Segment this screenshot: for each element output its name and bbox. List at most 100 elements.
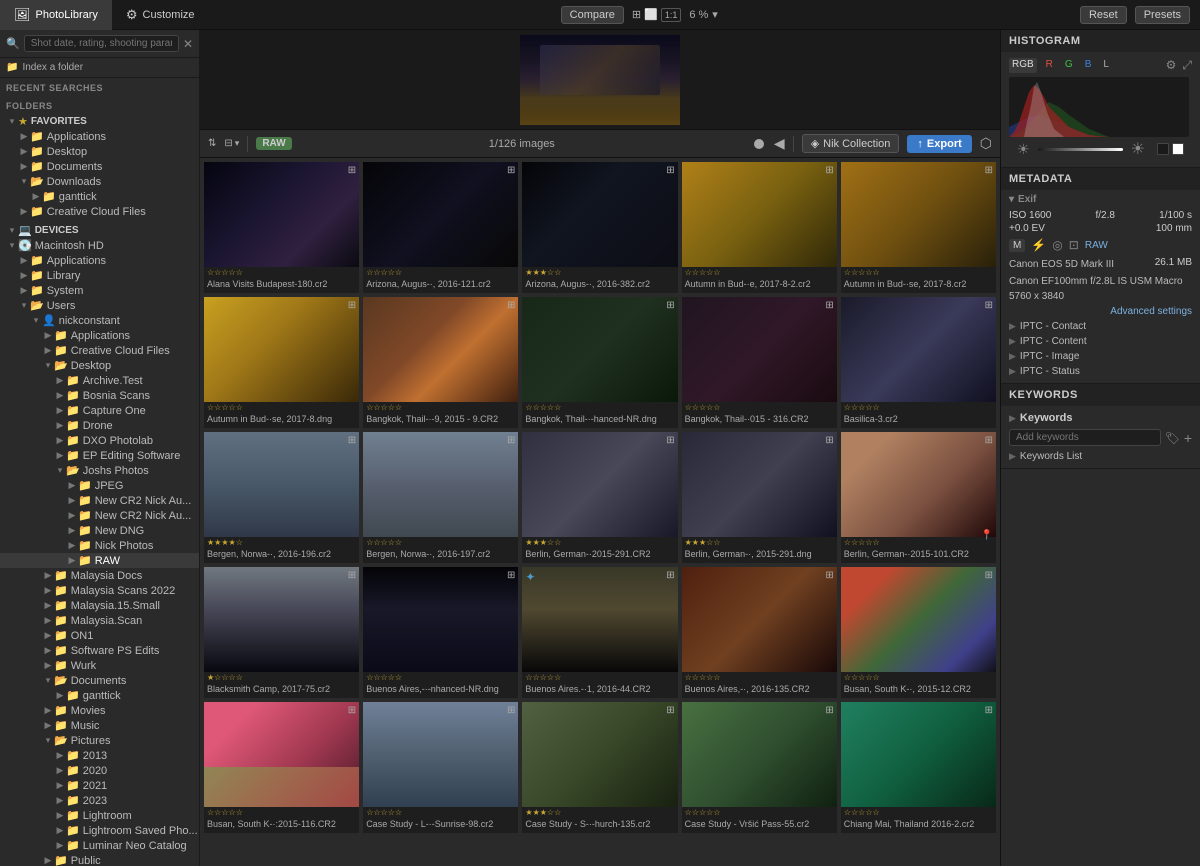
dev-2013-arrow[interactable]: ▶: [54, 750, 66, 761]
dev-archive-test[interactable]: ▶ 📁 Archive.Test: [0, 373, 199, 388]
tab-photo-library[interactable]: 🖼 PhotoLibrary: [0, 0, 112, 30]
dev-nick-apps[interactable]: ▶ 📁 Applications: [0, 328, 199, 343]
dev-2013[interactable]: ▶ 📁 2013: [0, 748, 199, 763]
dev-system-arrow[interactable]: ▶: [18, 285, 30, 296]
fav-ganttick[interactable]: ▶ 📁 ganttick: [0, 189, 199, 204]
fav-applications[interactable]: ▶ 📁 Applications: [0, 129, 199, 144]
dev-cr2-1[interactable]: ▶ 📁 New CR2 Nick Au...: [0, 493, 199, 508]
search-clear-icon[interactable]: ✕: [183, 37, 193, 51]
dev-music-arrow[interactable]: ▶: [42, 720, 54, 731]
dev-joshs-photos[interactable]: ▾ 📂 Joshs Photos: [0, 463, 199, 478]
photo-cell-13[interactable]: ⊞ ★★★☆☆ Berlin, German-·, 2015-291.dng: [682, 432, 837, 563]
photo-cell-10[interactable]: ⊞ ★★★★☆ Bergen, Norwa-·, 2016-196.cr2: [204, 432, 359, 563]
photo-cell-2[interactable]: ⊞ ★★★☆☆ Arizona, Augus-·, 2016-382.cr2: [522, 162, 677, 293]
dev-new-dng-arrow[interactable]: ▶: [66, 525, 78, 536]
keyword-input[interactable]: [1009, 429, 1161, 446]
iptc-status-row[interactable]: ▶ IPTC - Status: [1009, 364, 1192, 379]
dev-nick-photos[interactable]: ▶ 📁 Nick Photos: [0, 538, 199, 553]
dev-dxo[interactable]: ▶ 📁 DXO Photolab: [0, 433, 199, 448]
presets-button[interactable]: Presets: [1135, 6, 1190, 24]
dev-doc-ganttick[interactable]: ▶ 📁 ganttick: [0, 688, 199, 703]
dev-documents[interactable]: ▾ 📂 Documents: [0, 673, 199, 688]
iptc-image-row[interactable]: ▶ IPTC - Image: [1009, 349, 1192, 364]
advanced-settings-link[interactable]: Advanced settings: [1009, 304, 1192, 319]
tab-customize[interactable]: ⚙ Customize: [112, 0, 209, 30]
grid-view-icon[interactable]: ⊞: [632, 8, 641, 21]
dev-jpeg[interactable]: ▶ 📁 JPEG: [0, 478, 199, 493]
photo-cell-17[interactable]: ✦ ⊞ ☆☆☆☆☆ Buenos Aires.-·1, 2016-44.CR2: [522, 567, 677, 698]
dev-capture-one[interactable]: ▶ 📁 Capture One: [0, 403, 199, 418]
index-label[interactable]: Index a folder: [22, 62, 83, 73]
zoom-1-1-icon[interactable]: 1:1: [661, 8, 682, 22]
photo-cell-0[interactable]: ⊞ ☆☆☆☆☆ Alana Visits Budapest-180.cr2: [204, 162, 359, 293]
dev-2021-arrow[interactable]: ▶: [54, 780, 66, 791]
dev-raw[interactable]: ▶ 📁 RAW: [0, 553, 199, 568]
dev-drone-arrow[interactable]: ▶: [54, 420, 66, 431]
iptc-content-row[interactable]: ▶ IPTC - Content: [1009, 334, 1192, 349]
favorites-chevron[interactable]: ▾: [6, 116, 18, 127]
dev-users-arrow[interactable]: ▾: [18, 300, 30, 311]
dev-2020[interactable]: ▶ 📁 2020: [0, 763, 199, 778]
fav-desktop[interactable]: ▶ 📁 Desktop: [0, 144, 199, 159]
compare-button[interactable]: Compare: [561, 6, 624, 24]
photo-cell-15[interactable]: ⊞ ★☆☆☆☆ Blacksmith Camp, 2017-75.cr2: [204, 567, 359, 698]
devices-group[interactable]: ▾ 💻 DEVICES: [0, 223, 199, 238]
dev-pictures[interactable]: ▾ 📂 Pictures: [0, 733, 199, 748]
photo-cell-20[interactable]: ⊞ ☆☆☆☆☆ Busan, South K-·:2015-116.CR2: [204, 702, 359, 833]
hist-tab-r[interactable]: R: [1043, 58, 1056, 73]
dev-malaysia-scan-arrow[interactable]: ▶: [42, 615, 54, 626]
dev-lr-saved-arrow[interactable]: ▶: [54, 825, 66, 836]
dev-malaysia-small-arrow[interactable]: ▶: [42, 600, 54, 611]
photo-cell-8[interactable]: ⊞ ☆☆☆☆☆ Bangkok, Thail-·015 - 316.CR2: [682, 297, 837, 428]
sort-btn[interactable]: ⇅: [208, 138, 216, 149]
dev-library[interactable]: ▶ 📁 Library: [0, 268, 199, 283]
dev-lightroom[interactable]: ▶ 📁 Lightroom: [0, 808, 199, 823]
dev-music[interactable]: ▶ 📁 Music: [0, 718, 199, 733]
fav-cc-files[interactable]: ▶ 📁 Creative Cloud Files: [0, 204, 199, 219]
dev-joshs-photos-arrow[interactable]: ▾: [54, 465, 66, 476]
single-view-icon[interactable]: ⬜: [644, 8, 658, 21]
dev-nick-desktop-arrow[interactable]: ▾: [42, 360, 54, 371]
dev-new-dng[interactable]: ▶ 📁 New DNG: [0, 523, 199, 538]
dev-cr2-1-arrow[interactable]: ▶: [66, 495, 78, 506]
photo-cell-4[interactable]: ⊞ ☆☆☆☆☆ Autumn in Bud-·se, 2017-8.cr2: [841, 162, 996, 293]
photo-cell-18[interactable]: ⊞ ☆☆☆☆☆ Buenos Aires,-·, 2016-135.CR2: [682, 567, 837, 698]
photo-cell-19[interactable]: ⊞ ☆☆☆☆☆ Busan, South K-·, 2015-12.CR2: [841, 567, 996, 698]
zoom-dropdown-icon[interactable]: ▾: [712, 8, 718, 21]
photo-cell-11[interactable]: ⊞ ☆☆☆☆☆ Bergen, Norwa-·, 2016-197.cr2: [363, 432, 518, 563]
dev-system[interactable]: ▶ 📁 System: [0, 283, 199, 298]
dev-2020-arrow[interactable]: ▶: [54, 765, 66, 776]
dev-lr-saved[interactable]: ▶ 📁 Lightroom Saved Pho...: [0, 823, 199, 838]
photo-cell-14[interactable]: ⊞ 📍 ☆☆☆☆☆ Berlin, German-·2015-101.CR2: [841, 432, 996, 563]
dev-software-ps-arrow[interactable]: ▶: [42, 645, 54, 656]
photo-cell-22[interactable]: ⊞ ★★★☆☆ Case Study - S-·-hurch-135.cr2: [522, 702, 677, 833]
keywords-row[interactable]: ▶ Keywords: [1009, 410, 1192, 426]
dev-cr2-2[interactable]: ▶ 📁 New CR2 Nick Au...: [0, 508, 199, 523]
photo-cell-7[interactable]: ⊞ ☆☆☆☆☆ Bangkok, Thail-·-hanced-NR.dng: [522, 297, 677, 428]
dev-lightroom-arrow[interactable]: ▶: [54, 810, 66, 821]
fav-documents-arrow[interactable]: ▶: [18, 161, 30, 172]
dev-malaysia-docs-arrow[interactable]: ▶: [42, 570, 54, 581]
dev-on1[interactable]: ▶ 📁 ON1: [0, 628, 199, 643]
shadow-icon[interactable]: ☀: [1017, 141, 1030, 158]
hist-tab-g[interactable]: G: [1062, 58, 1076, 73]
reset-button[interactable]: Reset: [1080, 6, 1127, 24]
dev-drone[interactable]: ▶ 📁 Drone: [0, 418, 199, 433]
dev-nick-cc-arrow[interactable]: ▶: [42, 345, 54, 356]
hist-tab-rgb[interactable]: RGB: [1009, 58, 1037, 73]
dev-ep-editing[interactable]: ▶ 📁 EP Editing Software: [0, 448, 199, 463]
export-btn[interactable]: ↑ Export: [907, 135, 971, 153]
keywords-list-row[interactable]: ▶ Keywords List: [1009, 449, 1192, 464]
macintosh-hd[interactable]: ▾ 💽 Macintosh HD: [0, 238, 199, 253]
devices-chevron[interactable]: ▾: [6, 225, 18, 236]
fav-cc-arrow[interactable]: ▶: [18, 206, 30, 217]
nik-collection-btn[interactable]: ◈ Nik Collection: [802, 134, 900, 153]
fav-ganttick-arrow[interactable]: ▶: [30, 191, 42, 202]
dev-applications-arrow[interactable]: ▶: [18, 255, 30, 266]
photo-cell-16[interactable]: ⊞ ☆☆☆☆☆ Buenos Aires,-·-nhanced-NR.dng: [363, 567, 518, 698]
dev-ep-editing-arrow[interactable]: ▶: [54, 450, 66, 461]
hist-tab-l[interactable]: L: [1100, 58, 1112, 73]
dev-jpeg-arrow[interactable]: ▶: [66, 480, 78, 491]
fav-downloads-arrow[interactable]: ▾: [18, 176, 30, 187]
fav-desktop-arrow[interactable]: ▶: [18, 146, 30, 157]
